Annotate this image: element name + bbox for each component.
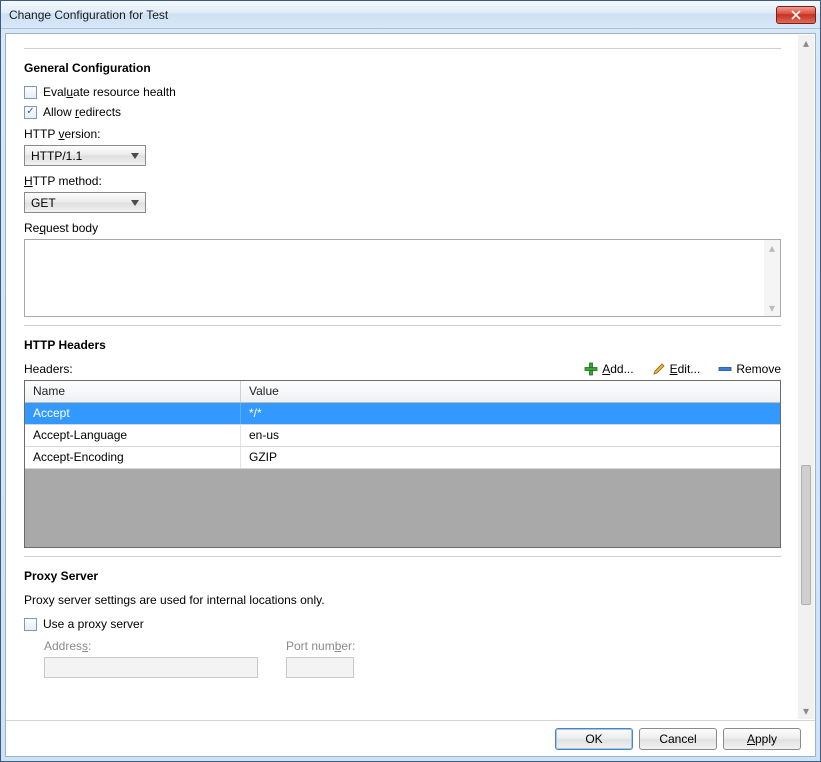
headers-list-label: Headers:	[24, 362, 73, 376]
http-method-label: HTTP method:	[24, 174, 781, 188]
col-value[interactable]: Value	[241, 381, 780, 402]
http-method-value: GET	[31, 196, 127, 210]
table-row[interactable]: Accept*/*	[25, 403, 780, 425]
request-body-textarea[interactable]	[25, 240, 764, 316]
divider	[24, 325, 781, 326]
divider	[24, 48, 781, 49]
use-proxy-label: Use a proxy server	[43, 617, 144, 631]
edit-label: Edit...	[670, 362, 701, 376]
edit-header-button[interactable]: Edit...	[652, 362, 701, 376]
table-body: Accept*/*Accept-Languageen-usAccept-Enco…	[25, 403, 780, 469]
table-row[interactable]: Accept-EncodingGZIP	[25, 447, 780, 469]
allow-redirects-label: Allow redirects	[43, 105, 121, 119]
cell-value: */*	[241, 403, 780, 424]
allow-redirects-checkbox[interactable]	[24, 106, 37, 119]
cell-value: GZIP	[241, 447, 780, 468]
remove-label: Remove	[736, 362, 781, 376]
http-version-value: HTTP/1.1	[31, 149, 127, 163]
divider	[24, 556, 781, 557]
dialog-window: Change Configuration for Test General Co…	[0, 0, 821, 762]
use-proxy-checkbox[interactable]	[24, 618, 37, 631]
plus-icon	[584, 362, 598, 376]
cell-name: Accept	[25, 403, 241, 424]
cell-value: en-us	[241, 425, 780, 446]
http-version-select[interactable]: HTTP/1.1	[24, 145, 146, 166]
table-header: Name Value	[25, 381, 780, 403]
request-body-field-wrap: ▴ ▾	[24, 239, 781, 317]
ok-button[interactable]: OK	[555, 728, 633, 750]
dialog-footer: OK Cancel Apply	[6, 720, 815, 756]
client-area: General Configuration Evaluate resource …	[5, 33, 816, 757]
textarea-scrollbar[interactable]: ▴ ▾	[764, 240, 780, 316]
titlebar: Change Configuration for Test	[1, 1, 820, 29]
pencil-icon	[652, 362, 666, 376]
scroll-area: General Configuration Evaluate resource …	[6, 34, 815, 720]
scrollbar-thumb[interactable]	[801, 465, 811, 605]
cancel-button[interactable]: Cancel	[639, 728, 717, 750]
request-body-label: Request body	[24, 221, 781, 235]
table-row[interactable]: Accept-Languageen-us	[25, 425, 780, 447]
proxy-address-input[interactable]	[44, 657, 258, 678]
cell-name: Accept-Encoding	[25, 447, 241, 468]
col-name[interactable]: Name	[25, 381, 241, 402]
cell-name: Accept-Language	[25, 425, 241, 446]
add-header-button[interactable]: Add...	[584, 362, 633, 376]
proxy-port-input[interactable]	[286, 657, 354, 678]
scroll-down-icon: ▾	[764, 300, 780, 316]
proxy-description: Proxy server settings are used for inter…	[24, 593, 781, 607]
section-title-headers: HTTP Headers	[24, 338, 781, 352]
window-close-button[interactable]	[776, 6, 816, 24]
minus-icon	[718, 362, 732, 376]
apply-button[interactable]: Apply	[723, 728, 801, 750]
section-title-proxy: Proxy Server	[24, 569, 781, 583]
section-title-general: General Configuration	[24, 61, 781, 75]
headers-table: Name Value Accept*/*Accept-Languageen-us…	[24, 380, 781, 548]
evaluate-health-checkbox[interactable]	[24, 86, 37, 99]
proxy-port-label: Port number:	[286, 639, 355, 653]
vertical-scrollbar[interactable]: ▴ ▾	[798, 35, 814, 719]
http-method-select[interactable]: GET	[24, 192, 146, 213]
window-title: Change Configuration for Test	[9, 8, 776, 22]
chevron-down-icon	[127, 193, 143, 212]
add-label: Add...	[602, 362, 633, 376]
remove-header-button[interactable]: Remove	[718, 362, 781, 376]
close-icon	[791, 10, 801, 20]
scroll-up-icon: ▴	[764, 240, 780, 256]
evaluate-health-label: Evaluate resource health	[43, 85, 176, 99]
scroll-down-icon: ▾	[798, 703, 814, 719]
chevron-down-icon	[127, 146, 143, 165]
http-version-label: HTTP version:	[24, 127, 781, 141]
proxy-address-label: Address:	[44, 639, 258, 653]
scroll-up-icon: ▴	[798, 35, 814, 51]
